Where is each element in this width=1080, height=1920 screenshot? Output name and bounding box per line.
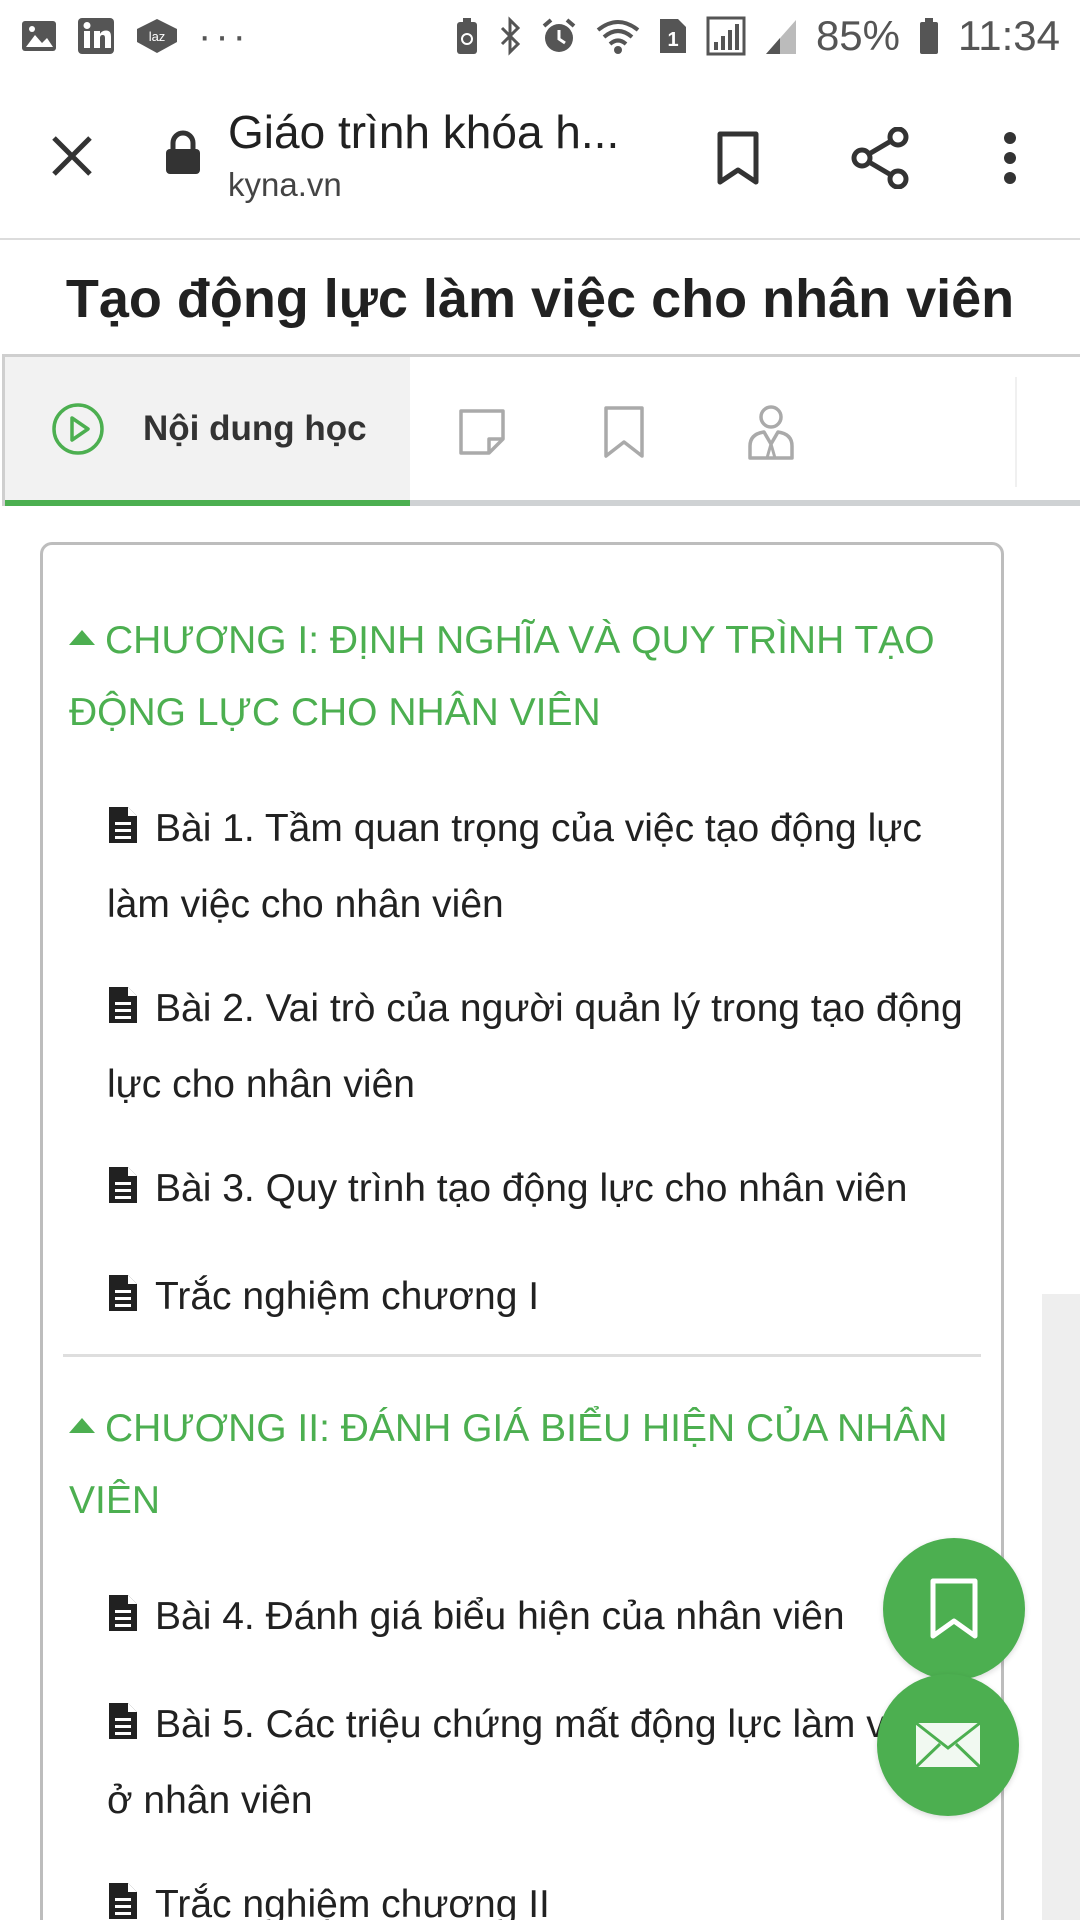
document-icon (107, 1873, 139, 1920)
bookmark-icon (604, 406, 644, 458)
lazada-label: laz (149, 29, 166, 44)
document-icon (107, 797, 139, 869)
close-icon (52, 136, 92, 176)
document-icon (107, 1157, 139, 1229)
chapter-divider (63, 1354, 981, 1357)
tab-course-content[interactable]: Nội dung học (5, 357, 410, 506)
collapse-triangle-icon (69, 1418, 95, 1433)
floating-bookmark-button[interactable] (883, 1538, 1025, 1680)
lesson-title: Bài 2. Vai trò của người quản lý trong t… (107, 987, 963, 1106)
page-title: Giáo trình khóa h... (228, 106, 620, 158)
lesson-title: Bài 5. Các triệu chứng mất động lực làm … (107, 1703, 936, 1822)
document-icon (107, 977, 139, 1049)
more-dots-icon: ··· (198, 14, 250, 58)
linkedin-icon (76, 16, 116, 56)
bookmark-icon (930, 1578, 978, 1639)
page-info[interactable]: Giáo trình khóa h... kyna.vn (228, 102, 648, 208)
gallery-icon (20, 17, 58, 55)
note-icon (459, 409, 505, 455)
lesson-title: Bài 3. Quy trình tạo động lực cho nhân v… (155, 1167, 908, 1210)
document-icon (107, 1693, 139, 1765)
lesson-title: Trắc nghiệm chương II (155, 1883, 550, 1920)
lesson-item[interactable]: Bài 2. Vai trò của người quản lý trong t… (107, 973, 967, 1121)
signal-icon (706, 16, 746, 56)
tab-course-content-label: Nội dung học (143, 408, 367, 448)
lesson-item[interactable]: Bài 1. Tầm quan trọng của việc tạo động … (107, 793, 967, 941)
document-icon (107, 1265, 139, 1337)
course-title: Tạo động lực làm việc cho nhân viên (65, 269, 1015, 329)
document-icon (107, 1585, 139, 1657)
course-outline-card: CHƯƠNG I: ĐỊNH NGHĨA VÀ QUY TRÌNH TẠO ĐỘ… (40, 542, 1004, 1920)
chapter-title: CHƯƠNG II: ĐÁNH GIÁ BIỂU HIỆN CỦA NHÂN V… (69, 1407, 948, 1522)
tab-underline-track (410, 500, 1080, 506)
chapter-header[interactable]: CHƯƠNG I: ĐỊNH NGHĨA VÀ QUY TRÌNH TẠO ĐỘ… (69, 605, 969, 749)
lesson-item[interactable]: Trắc nghiệm chương I (107, 1261, 967, 1337)
chapter-header[interactable]: CHƯƠNG II: ĐÁNH GIÁ BIỂU HIỆN CỦA NHÂN V… (69, 1393, 969, 1537)
bluetooth-icon (498, 16, 522, 56)
share-icon (851, 127, 909, 189)
lesson-item[interactable]: Bài 3. Quy trình tạo động lực cho nhân v… (107, 1153, 967, 1229)
tab-divider (1015, 377, 1017, 487)
status-bar: laz ··· 1 85% 11:34 (0, 0, 1080, 72)
lesson-title: Bài 1. Tầm quan trọng của việc tạo động … (107, 807, 922, 926)
lesson-title: Trắc nghiệm chương I (155, 1275, 540, 1318)
more-vert-icon (1004, 132, 1016, 184)
lazada-icon: laz (134, 16, 180, 56)
chapter-title: CHƯƠNG I: ĐỊNH NGHĨA VÀ QUY TRÌNH TẠO ĐỘ… (69, 619, 935, 734)
tab-bookmarks[interactable] (589, 397, 659, 467)
alarm-icon (540, 16, 578, 56)
battery-icon (918, 16, 940, 56)
tab-instructor[interactable] (736, 397, 806, 467)
wifi-icon (596, 16, 640, 56)
lock-icon (164, 130, 202, 181)
lesson-item[interactable]: Bài 5. Các triệu chứng mất động lực làm … (107, 1689, 967, 1837)
browser-toolbar: Giáo trình khóa h... kyna.vn (0, 72, 1080, 240)
clock: 11:34 (958, 12, 1060, 59)
page-url: kyna.vn (228, 166, 342, 203)
sim-1-label: 1 (667, 29, 678, 51)
lesson-item[interactable]: Trắc nghiệm chương II (107, 1869, 967, 1920)
collapse-triangle-icon (69, 630, 95, 645)
lesson-title: Bài 4. Đánh giá biểu hiện của nhân viên (155, 1595, 845, 1638)
bookmark-icon (717, 131, 759, 185)
bookmark-button[interactable] (700, 120, 776, 196)
floating-mail-button[interactable] (877, 1674, 1019, 1816)
mail-icon (914, 1721, 982, 1769)
battery-percent: 85% (815, 12, 900, 59)
scrollbar[interactable] (1042, 1294, 1080, 1920)
more-menu-button[interactable] (980, 120, 1040, 196)
signal-2-icon (764, 16, 798, 56)
lesson-item[interactable]: Bài 4. Đánh giá biểu hiện của nhân viên (107, 1581, 967, 1657)
sim-1-icon: 1 (658, 17, 688, 55)
tab-notes[interactable] (447, 397, 517, 467)
battery-saver-icon (454, 16, 480, 56)
course-tabs: Nội dung học (2, 354, 1080, 506)
instructor-icon (748, 405, 794, 460)
close-button[interactable] (40, 124, 104, 188)
share-button[interactable] (842, 120, 918, 196)
play-circle-icon (52, 402, 104, 455)
